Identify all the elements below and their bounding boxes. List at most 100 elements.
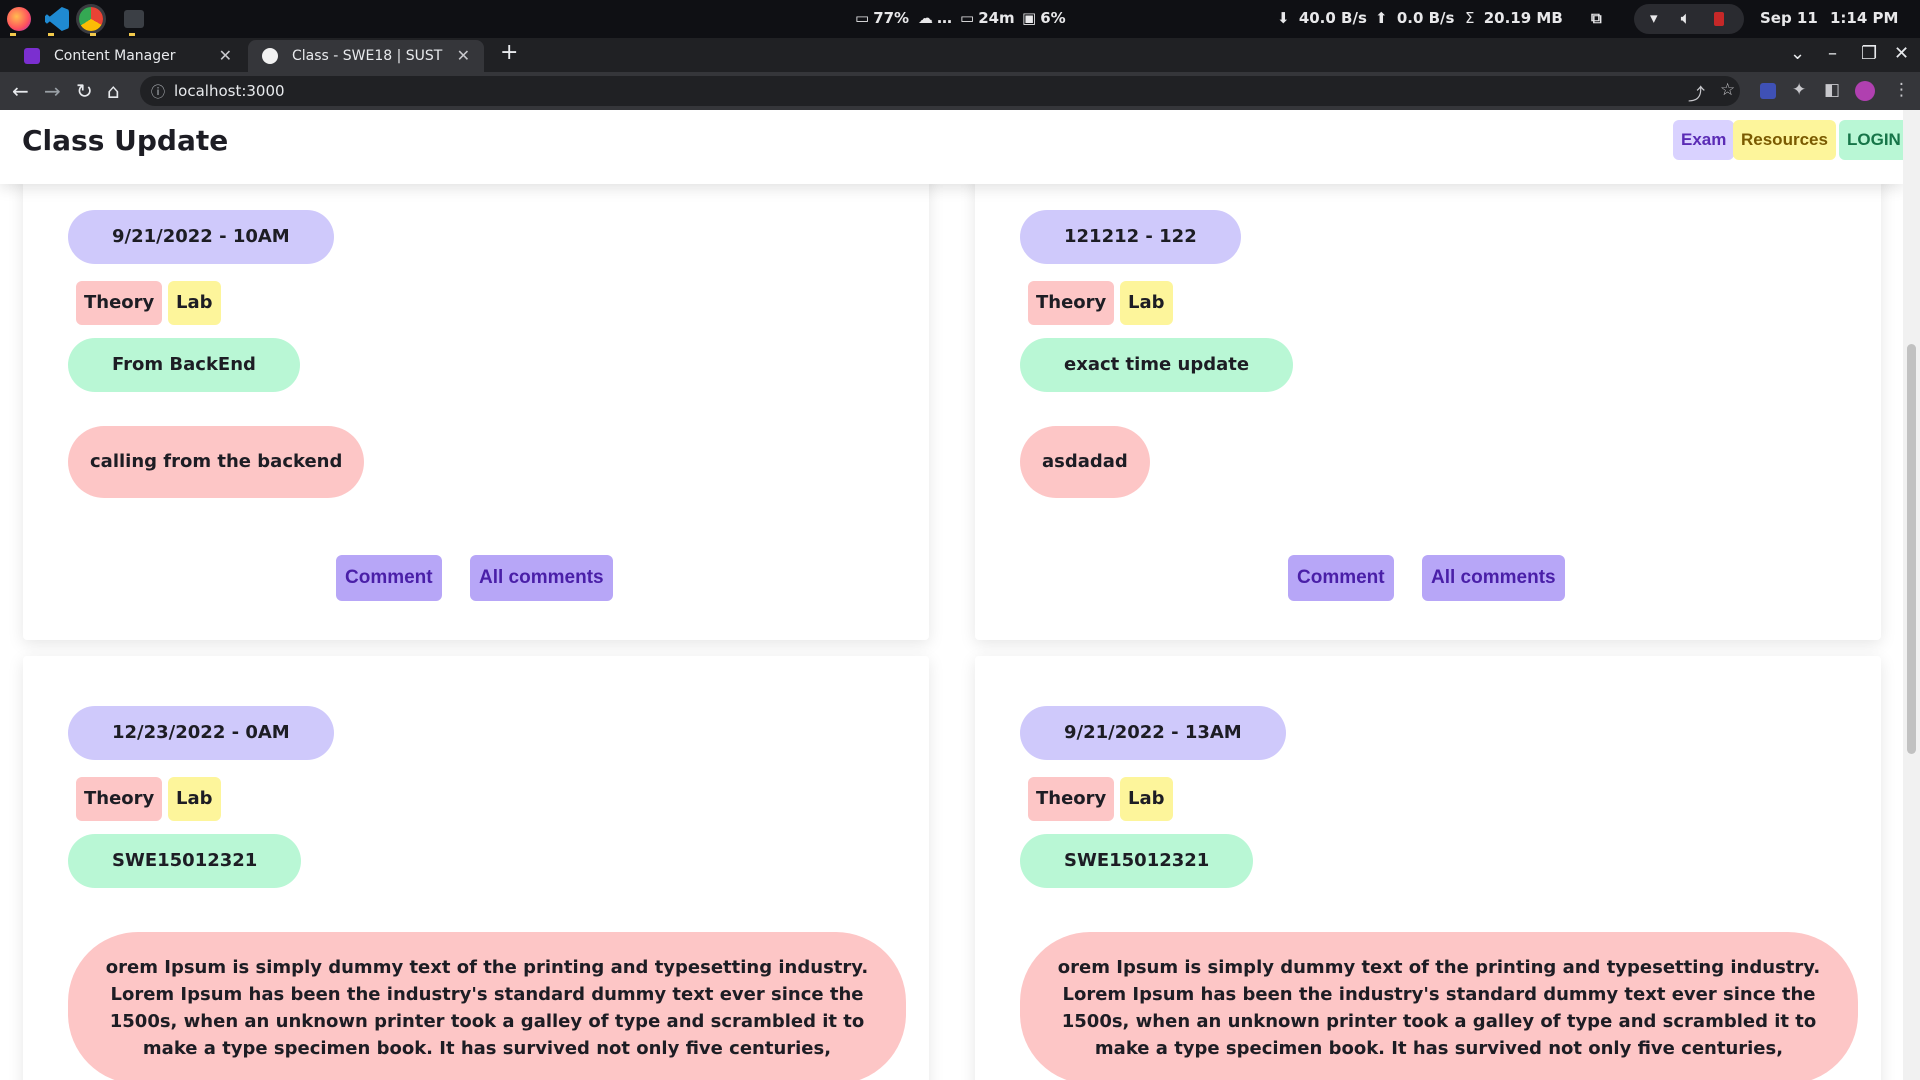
comment-button[interactable]: Comment <box>1288 555 1394 601</box>
tab-class-swe18[interactable]: Class - SWE18 | SUST ✕ <box>248 40 484 72</box>
arrow-down-icon: ⬇ <box>1277 9 1290 27</box>
disk-icon: ▣ <box>1022 9 1037 27</box>
exam-button[interactable]: Exam <box>1673 120 1735 160</box>
sigma-icon: Σ <box>1465 9 1475 27</box>
minimize-icon[interactable]: – <box>1828 43 1837 64</box>
cloud-icon: ☁ <box>918 9 933 27</box>
tag-theory: Theory <box>76 777 163 821</box>
content-manager-favicon <box>24 48 40 64</box>
arrow-up-icon: ⬆ <box>1375 9 1388 27</box>
kebab-menu-icon[interactable]: ⋮ <box>1893 80 1910 100</box>
tag-lab: Lab <box>1120 777 1173 821</box>
update-title: From BackEnd <box>68 338 300 392</box>
app-header: Class Update Exam Resources LOGIN <box>0 110 1903 184</box>
back-icon[interactable]: ← <box>12 79 29 103</box>
battery-status: ▭ 77% <box>855 9 909 27</box>
scrollbar-thumb[interactable] <box>1907 344 1916 754</box>
share-icon[interactable]: ⤴ <box>1688 80 1705 105</box>
battery-value: 77% <box>873 9 910 27</box>
home-icon[interactable]: ⌂ <box>107 79 120 103</box>
browser-toolbar: ← → ↻ ⌂ ⓘ localhost:3000 ⤴ ☆ ✦ ◧ ⋮ <box>0 72 1920 110</box>
class-update-card: 9/21/2022 - 13AM Theory Lab SWE15012321 … <box>975 656 1881 1080</box>
clock-date[interactable]: Sep 11 <box>1760 9 1818 27</box>
chrome-icon[interactable] <box>79 7 103 31</box>
update-body: orem Ipsum is simply dummy text of the p… <box>1020 932 1858 1080</box>
volume-icon: 🔈︎ <box>1681 9 1691 27</box>
resources-button[interactable]: Resources <box>1733 120 1836 160</box>
firefox-icon[interactable] <box>7 7 31 31</box>
disk-value: 6% <box>1040 9 1066 27</box>
tag-theory: Theory <box>76 281 163 325</box>
update-body: calling from the backend <box>68 426 365 498</box>
net-up-value: 0.0 B/s <box>1396 9 1455 27</box>
translate-icon[interactable] <box>1760 83 1776 99</box>
battery-icon: ▭ <box>855 9 870 27</box>
extensions-icon[interactable]: ✦ <box>1792 80 1806 100</box>
star-icon[interactable]: ☆ <box>1720 80 1735 100</box>
page-content: Class Update Exam Resources LOGIN 9/21/2… <box>0 110 1903 1080</box>
restore-icon[interactable]: ❐ <box>1861 43 1877 64</box>
date-badge: 12/23/2022 - 0AM <box>68 706 334 760</box>
vscode-icon[interactable] <box>45 7 69 31</box>
new-tab-icon[interactable]: + <box>500 40 518 65</box>
terminal-icon[interactable] <box>124 10 144 28</box>
battery-low-icon <box>1714 12 1724 26</box>
screen-time-value: 24m <box>978 9 1015 27</box>
cloud-status: ☁… <box>918 9 952 27</box>
running-indicator <box>10 33 16 36</box>
side-panel-icon[interactable]: ◧ <box>1824 80 1840 100</box>
forward-icon[interactable]: → <box>44 79 61 103</box>
monitor-icon: ▭ <box>960 9 975 27</box>
login-button[interactable]: LOGIN <box>1839 120 1903 160</box>
close-icon[interactable]: ✕ <box>219 46 232 65</box>
close-icon[interactable]: ✕ <box>457 46 470 65</box>
class-update-card: 9/21/2022 - 10AM Theory Lab From BackEnd… <box>23 160 929 640</box>
tab-content-manager[interactable]: Content Manager ✕ <box>10 40 246 72</box>
tray-icon[interactable]: ⧉ <box>1591 9 1602 27</box>
tab-label: Content Manager <box>54 48 176 64</box>
system-tray[interactable]: ▾ 🔈︎ <box>1634 4 1744 34</box>
class-favicon <box>262 48 278 64</box>
disk-status: ▣ 6% <box>1022 9 1066 27</box>
wifi-icon: ▾ <box>1650 9 1658 27</box>
class-update-card: 121212 - 122 Theory Lab exact time updat… <box>975 160 1881 640</box>
info-icon[interactable]: ⓘ <box>151 82 165 102</box>
os-top-bar: ▭ 77% ☁… ▭ 24m ▣ 6% ⬇ 40.0 B/s ⬆ 0.0 B/s Σ … <box>0 0 1920 38</box>
page-title: Class Update <box>22 124 229 157</box>
update-body: orem Ipsum is simply dummy text of the p… <box>68 932 906 1080</box>
screen-time-status: ▭ 24m <box>960 9 1015 27</box>
class-update-card: 12/23/2022 - 0AM Theory Lab SWE15012321 … <box>23 656 929 1080</box>
tab-strip: Content Manager ✕ Class - SWE18 | SUST ✕… <box>0 38 1920 72</box>
net-total-status: Σ 20.19 MB <box>1465 9 1563 27</box>
all-comments-button[interactable]: All comments <box>1422 555 1565 601</box>
tag-theory: Theory <box>1028 777 1115 821</box>
reload-icon[interactable]: ↻ <box>76 79 93 103</box>
update-title: SWE15012321 <box>68 834 302 888</box>
all-comments-button[interactable]: All comments <box>470 555 613 601</box>
clock-time[interactable]: 1:14 PM <box>1830 9 1898 27</box>
update-body: asdadad <box>1020 426 1150 498</box>
cloud-value: … <box>937 9 952 27</box>
chevron-down-icon[interactable]: ⌄ <box>1790 43 1805 64</box>
date-badge: 121212 - 122 <box>1020 210 1241 264</box>
running-indicator <box>90 33 96 36</box>
running-indicator <box>129 33 135 36</box>
tag-lab: Lab <box>1120 281 1173 325</box>
avatar[interactable] <box>1855 81 1875 101</box>
net-down-value: 40.0 B/s <box>1298 9 1367 27</box>
date-badge: 9/21/2022 - 13AM <box>1020 706 1286 760</box>
tag-theory: Theory <box>1028 281 1115 325</box>
tag-lab: Lab <box>168 777 221 821</box>
comment-button[interactable]: Comment <box>336 555 442 601</box>
tab-label: Class - SWE18 | SUST <box>292 48 443 64</box>
update-title: exact time update <box>1020 338 1294 392</box>
address-bar[interactable]: ⓘ localhost:3000 <box>140 76 1740 106</box>
net-total-value: 20.19 MB <box>1483 9 1563 27</box>
net-down-status: ⬇ 40.0 B/s <box>1277 9 1367 27</box>
scrollbar[interactable] <box>1903 110 1920 1080</box>
tag-lab: Lab <box>168 281 221 325</box>
url-text: localhost:3000 <box>174 82 285 100</box>
date-badge: 9/21/2022 - 10AM <box>68 210 334 264</box>
update-title: SWE15012321 <box>1020 834 1254 888</box>
close-window-icon[interactable]: ✕ <box>1894 43 1909 64</box>
